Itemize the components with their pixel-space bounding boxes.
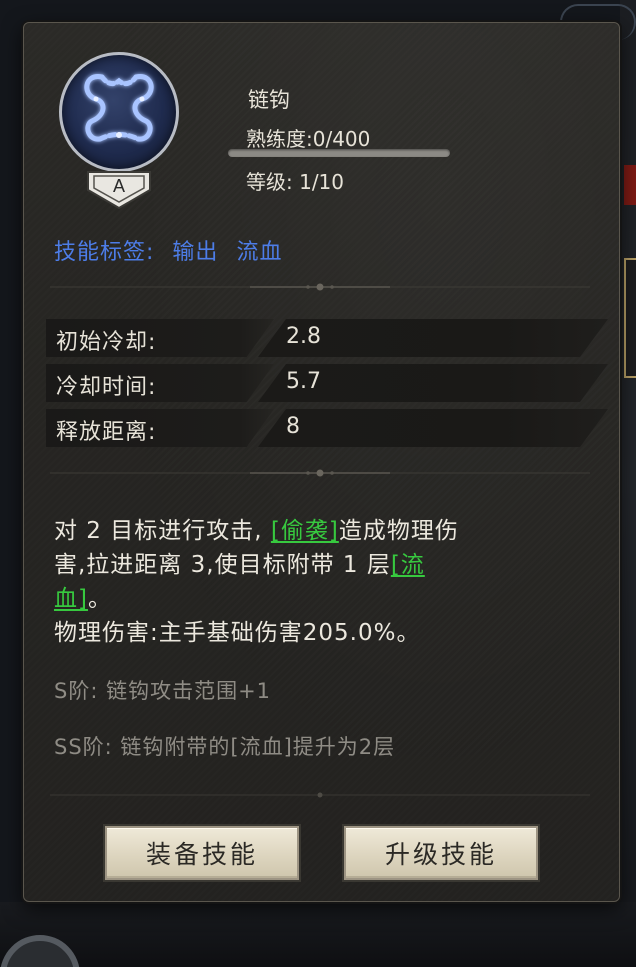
background-gold-tab [624,258,636,378]
skill-tag: 输出 [172,240,219,265]
ornament-divider [50,283,590,291]
proficiency-text: 熟练度:0/400 [246,127,371,151]
rank-letter: A [112,176,125,196]
stat-row-cast-range: 释放距离: 8 [46,409,612,447]
skill-description: 对 2 目标进行攻击, [偷袭]造成物理伤 害,拉进距离 3,使目标附带 1 层… [54,518,459,646]
stat-label: 冷却时间: [56,375,157,400]
skill-name: 链钩 [248,88,290,112]
stat-label: 初始冷却: [56,330,157,355]
background-bottom-bar [0,902,636,967]
tier-ss-bonus: SS阶: 链钩附带的[流血]提升为2层 [54,735,396,759]
physical-damage-text: 物理伤害:主手基础伤害205.0%。 [54,620,421,646]
stat-row-cooldown: 冷却时间: 5.7 [46,364,612,402]
background-red-tab [624,165,636,205]
stat-value: 8 [286,414,300,439]
proficiency-bar [228,149,450,157]
stat-value: 5.7 [286,369,321,394]
chain-hook-icon [59,52,179,172]
level-text: 等级: 1/10 [246,170,345,194]
ornament-divider [50,792,590,798]
ornament-divider [50,469,590,477]
skill-tags-label: 技能标签: [54,240,155,265]
stat-value: 2.8 [286,324,321,349]
upgrade-skill-button[interactable]: 升级技能 [344,826,538,880]
skill-tag: 流血 [236,240,283,265]
keyword-bleed-link[interactable]: 血] [54,586,88,612]
equip-skill-button[interactable]: 装备技能 [105,826,299,880]
background-scene [620,0,636,967]
rank-badge: A [86,170,152,210]
keyword-sneak-attack-link[interactable]: [偷袭] [271,518,339,544]
skill-tags: 技能标签: 输出 流血 [54,234,292,266]
stat-row-initial-cooldown: 初始冷却: 2.8 [46,319,612,357]
tier-s-bonus: S阶: 链钩攻击范围+1 [54,679,272,703]
keyword-bleed-link[interactable]: [流 [391,552,425,578]
stat-label: 释放距离: [56,420,157,445]
